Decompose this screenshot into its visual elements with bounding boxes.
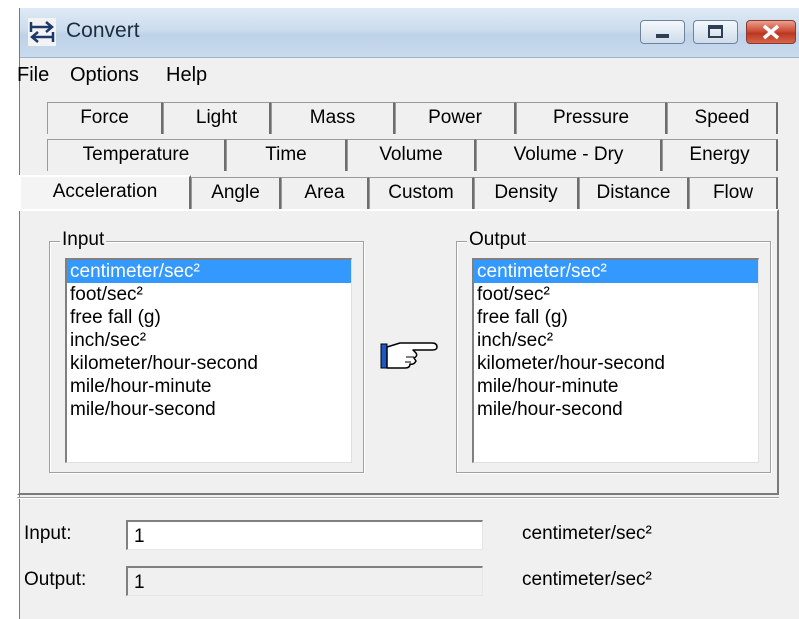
window-title: Convert [66,19,140,42]
close-button[interactable] [746,20,796,44]
menu-help[interactable]: Help [166,64,207,87]
input-label: Input: [24,523,72,544]
list-item[interactable]: mile/hour-minute [474,375,758,398]
tab-volume-dry[interactable]: Volume - Dry [476,139,662,171]
input-value-field[interactable]: 1 [126,520,483,550]
menu-bar: File Options Help [17,58,799,92]
maximize-icon [708,25,723,38]
tab-acceleration[interactable]: Acceleration [19,175,191,209]
pointing-hand-icon [380,342,438,369]
list-item[interactable]: kilometer/hour-second [67,352,351,375]
tab-custom[interactable]: Custom [369,177,474,209]
list-item[interactable]: free fall (g) [67,306,351,329]
separator [17,497,779,499]
tab-mass[interactable]: Mass [271,102,395,134]
tab-pressure[interactable]: Pressure [516,102,667,134]
list-item[interactable]: centimeter/sec² [67,260,351,283]
tab-volume[interactable]: Volume [347,139,476,171]
tab-distance[interactable]: Distance [579,177,689,209]
tab-flow[interactable]: Flow [689,177,778,209]
minimize-button[interactable] [640,20,685,44]
title-bar[interactable]: Convert [20,8,799,58]
output-value-field: 1 [126,566,483,596]
convert-arrows-icon [28,18,56,46]
input-group-title: Input [60,229,107,251]
list-item[interactable]: free fall (g) [474,306,758,329]
output-unit-list[interactable]: centimeter/sec² foot/sec² free fall (g) … [472,258,759,463]
output-unit-label: centimeter/sec² [522,569,652,590]
close-icon [762,24,780,40]
tab-area[interactable]: Area [281,177,369,209]
tab-force[interactable]: Force [47,102,163,134]
tab-power[interactable]: Power [395,102,516,134]
tab-energy[interactable]: Energy [662,139,778,171]
minimize-icon [656,34,669,38]
list-item[interactable]: inch/sec² [67,329,351,352]
tab-angle[interactable]: Angle [191,177,281,209]
input-unit-list[interactable]: centimeter/sec² foot/sec² free fall (g) … [65,258,352,463]
tab-speed[interactable]: Speed [667,102,778,134]
tab-temperature[interactable]: Temperature [47,139,226,171]
tab-time[interactable]: Time [226,139,347,171]
output-label: Output: [24,569,87,590]
menu-options[interactable]: Options [70,64,139,87]
input-unit-label: centimeter/sec² [522,523,652,544]
list-item[interactable]: inch/sec² [474,329,758,352]
maximize-button[interactable] [693,20,738,44]
list-item[interactable]: kilometer/hour-second [474,352,758,375]
list-item[interactable]: mile/hour-minute [67,375,351,398]
tab-density[interactable]: Density [474,177,579,209]
list-item[interactable]: foot/sec² [67,283,351,306]
tab-light[interactable]: Light [163,102,271,134]
list-item[interactable]: mile/hour-second [67,398,351,421]
menu-file[interactable]: File [17,64,49,87]
list-item[interactable]: centimeter/sec² [474,260,758,283]
list-item[interactable]: foot/sec² [474,283,758,306]
output-group-title: Output [467,229,529,251]
list-item[interactable]: mile/hour-second [474,398,758,421]
